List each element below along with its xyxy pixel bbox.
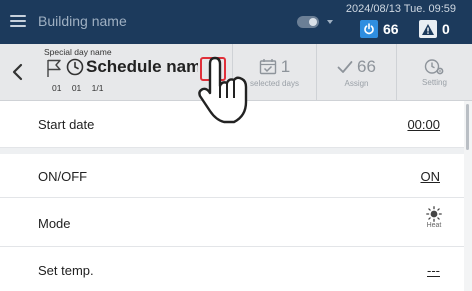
on-off-row[interactable]: ON/OFF ON — [0, 154, 464, 198]
clock-icon — [66, 58, 84, 81]
power-icon — [360, 20, 378, 38]
set-temp-value[interactable]: --- — [427, 263, 440, 278]
mode-text: Heat — [426, 222, 442, 229]
back-button[interactable] — [8, 61, 28, 83]
power-status[interactable]: 66 — [360, 20, 399, 38]
start-date-value[interactable]: 00:00 — [407, 117, 440, 132]
top-bar: Building name 2024/08/13 Tue. 09:59 66 0 — [0, 0, 472, 44]
sun-icon — [426, 206, 442, 222]
alert-status[interactable]: 0 — [419, 20, 450, 38]
mode-row[interactable]: Mode Heat — [0, 198, 464, 247]
chevron-down-icon — [327, 20, 333, 24]
hand-pointer-icon — [196, 56, 254, 131]
toggle-dropdown[interactable] — [297, 16, 333, 28]
datetime: 2024/08/13 Tue. 09:59 — [345, 3, 456, 15]
selected-days-label: selected days — [250, 78, 299, 88]
alert-count: 0 — [442, 21, 450, 37]
setting-button[interactable]: Setting — [396, 44, 472, 100]
toggle-switch-icon[interactable] — [297, 16, 319, 28]
selected-days-count: 1 — [280, 56, 291, 76]
assign-count: 66 — [357, 56, 376, 76]
power-count: 66 — [383, 21, 399, 37]
scrollbar[interactable] — [464, 101, 472, 291]
on-off-label: ON/OFF — [38, 169, 88, 184]
set-temp-label: Set temp. — [38, 263, 94, 278]
calendar-check-icon — [259, 59, 276, 75]
clock-gear-icon — [424, 58, 443, 74]
on-off-value[interactable]: ON — [421, 169, 441, 184]
set-temp-row[interactable]: Set temp. --- — [0, 247, 464, 291]
schedule-name: Schedule name — [86, 57, 198, 76]
flag-icon — [46, 58, 62, 83]
building-name[interactable]: Building name — [38, 13, 127, 29]
mode-value[interactable]: Heat — [426, 206, 442, 229]
start-date-label: Start date — [38, 117, 95, 132]
special-day-label: Special day name — [44, 47, 112, 57]
menu-icon[interactable] — [10, 15, 26, 27]
scrollbar-thumb[interactable] — [466, 104, 469, 150]
warning-icon — [419, 20, 437, 38]
check-icon — [337, 60, 353, 73]
assign-button[interactable]: 66 Assign — [316, 44, 396, 100]
schedule-sub-code: 01 01 1/1 — [52, 83, 104, 93]
assign-label: Assign — [344, 78, 369, 88]
setting-label: Setting — [422, 77, 447, 87]
mode-label: Mode — [38, 216, 71, 231]
